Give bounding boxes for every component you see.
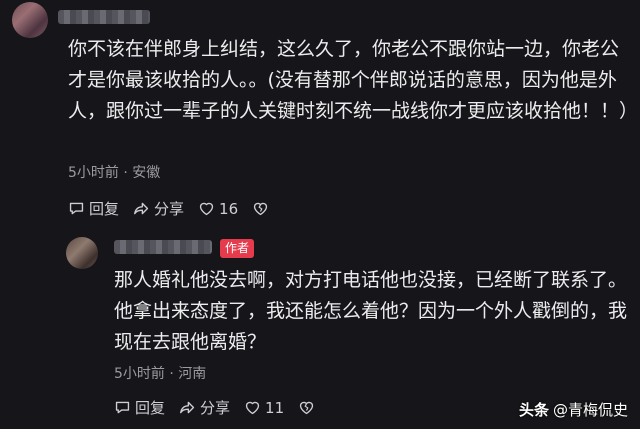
reply-time: 5小时前 [114,366,165,382]
share-icon [180,401,195,414]
share-label: 分享 [200,399,231,417]
reply-button[interactable]: 回复 [114,397,165,418]
like-button[interactable]: 11 [244,399,284,417]
meta-separator: · [118,165,133,181]
watermark: 头条 @青梅侃史 [519,399,628,420]
like-count: 11 [265,398,285,417]
share-button[interactable]: 分享 [179,397,230,418]
meta-separator: · [164,366,179,382]
watermark-brand: 头条 [518,401,549,419]
broken-heart-icon [299,401,314,415]
comment-text: 你不该在伴郎身上纠结，这么久了，你老公不跟你站一边，你老公才是你最该收拾的人。。… [68,38,639,122]
share-label: 分享 [154,200,185,218]
reply-actions: 回复 分享 11 [114,397,333,418]
reply-location: 河南 [178,366,207,382]
comment-actions: 回复 分享 16 [68,198,287,219]
heart-icon [199,202,214,216]
author-avatar[interactable] [66,237,98,269]
share-icon [134,202,149,215]
comment-time: 5小时前 [68,165,119,181]
reply-meta: 5小时前 · 河南 [114,363,206,383]
reply-text: 那人婚礼他没去啊，对方打电话他也没接，已经断了联系了。他拿出来态度了，我还能怎么… [114,269,628,353]
author-name-redacted[interactable] [114,240,212,254]
commenter-avatar[interactable] [12,2,48,38]
like-button[interactable]: 16 [198,200,238,218]
watermark-handle: @青梅侃史 [552,401,628,419]
like-count: 16 [219,199,239,218]
reply-label: 回复 [89,200,120,218]
dislike-button[interactable] [298,399,319,416]
broken-heart-icon [253,202,268,216]
heart-icon [245,401,260,415]
reply-icon [69,202,84,215]
share-button[interactable]: 分享 [133,198,184,219]
reply-icon [115,401,130,414]
commenter-name-redacted[interactable] [58,10,150,24]
reply-button[interactable]: 回复 [68,198,119,219]
reply-label: 回复 [135,399,166,417]
dislike-button[interactable] [252,200,273,217]
comment-meta: 5小时前 · 安徽 [68,162,160,182]
author-badge: 作者 [220,239,254,258]
comment-location: 安徽 [132,165,161,181]
